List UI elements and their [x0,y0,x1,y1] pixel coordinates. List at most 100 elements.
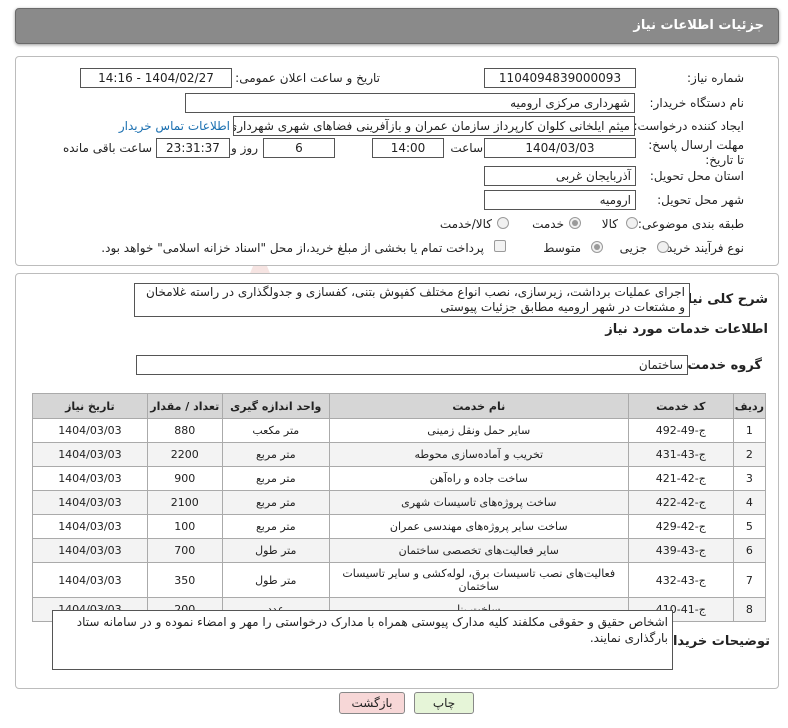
category-radio-service[interactable] [569,217,581,229]
service-code: ج-49-492 [627,418,734,443]
services-table-header: ردیف کد خدمت نام خدمت واحد اندازه گیری ت… [32,393,767,419]
deadline-label: مهلت ارسال پاسخ: تا تاریخ: [648,138,744,167]
col-name-header: نام خدمت [328,393,629,419]
unit: متر مربع [221,442,330,467]
unit: متر طول [221,562,330,598]
services-section-title: اطلاعات خدمات مورد نیاز [605,322,768,337]
need-number-field: 1104094839000093 [484,68,636,88]
service-name: فعالیت‌های نصب تاسیسات برق، لوله‌کشی و س… [328,562,629,598]
category-option-goods: کالا [601,217,618,231]
row-number: 2 [732,442,767,467]
process-option-minor: جزیی [619,241,647,255]
service-name: ساخت جاده و راه‌آهن [328,466,629,491]
row-number: 8 [732,597,767,622]
service-code: ج-42-422 [627,490,734,515]
need-date: 1404/03/03 [32,490,148,515]
table-row: 4 ج-42-422 ساخت پروژه‌های تاسیسات شهری م… [32,490,767,515]
quantity: 2200 [146,442,223,467]
buyer-org-field: شهرداری مرکزی ارومیه [185,93,635,113]
need-number-label: شماره نیاز: [687,71,744,85]
col-row-header: ردیف [732,393,767,419]
category-option-service: خدمت [532,217,564,231]
summary-textarea[interactable]: اجرای عملیات برداشت، زیرسازی، نصب انواع … [134,283,690,317]
need-date: 1404/03/03 [32,538,148,563]
category-radio-goods[interactable] [626,217,638,229]
unit: متر طول [221,538,330,563]
service-code: ج-43-432 [627,562,734,598]
province-field: آذربایجان غربی [484,166,636,186]
province-label: استان محل تحویل: [649,169,744,183]
page-title: جزئیات اطلاعات نیاز [633,18,764,33]
unit: متر مکعب [221,418,330,443]
process-radio-medium[interactable] [591,241,603,253]
col-date-header: تاریخ نیاز [32,393,148,419]
unit: متر مربع [221,490,330,515]
table-row: 7 ج-43-432 فعالیت‌های نصب تاسیسات برق، ل… [32,562,767,598]
col-code-header: کد خدمت [627,393,734,419]
need-date: 1404/03/03 [32,418,148,443]
requester-field: میثم ایلخانی کلوان کارپرداز سازمان عمران… [233,116,635,136]
category-radio-both[interactable] [497,217,509,229]
service-name: تخریب و آماده‌سازی محوطه [328,442,629,467]
process-label: نوع فرآیند خرید : [659,241,744,255]
print-button[interactable]: چاپ [414,692,474,714]
announce-datetime-field: 1404/02/27 - 14:16 [80,68,232,88]
buyer-org-label: نام دستگاه خریدار: [649,96,745,110]
requester-label: ایجاد کننده درخواست: [633,119,744,133]
deadline-date-field: 1404/03/03 [484,138,636,158]
quantity: 100 [146,514,223,539]
row-number: 3 [732,466,767,491]
page-header: جزئیات اطلاعات نیاز [15,8,779,44]
deadline-time-label: ساعت [450,141,483,155]
buyer-contact-link[interactable]: اطلاعات تماس خریدار [119,119,230,133]
row-number: 6 [732,538,767,563]
service-name: ساخت سایر پروژه‌های مهندسی عمران [328,514,629,539]
quantity: 350 [146,562,223,598]
table-row: 1 ج-49-492 سایر حمل ونقل زمینی متر مکعب … [32,418,767,443]
days-label: روز و [231,141,258,155]
city-field: ارومیه [484,190,636,210]
table-row: 6 ج-43-439 سایر فعالیت‌های تخصصی ساختمان… [32,538,767,563]
category-option-both: کالا/خدمت [439,217,492,231]
deadline-time-field: 14:00 [372,138,444,158]
row-number: 5 [732,514,767,539]
table-row: 5 ج-42-429 ساخت سایر پروژه‌های مهندسی عم… [32,514,767,539]
unit: متر مربع [221,514,330,539]
buyer-notes-textarea[interactable]: اشخاص حقیق و حقوقی مکلفند کلیه مدارک پیو… [52,610,673,670]
treasury-payment-note: پرداخت تمام یا بخشی از مبلغ خرید،از محل … [101,241,484,255]
process-option-medium: متوسط [543,241,581,255]
need-date: 1404/03/03 [32,514,148,539]
remaining-days-field: 6 [263,138,335,158]
quantity: 880 [146,418,223,443]
row-number: 7 [732,562,767,598]
need-date: 1404/03/03 [32,562,148,598]
unit: متر مربع [221,466,330,491]
service-code: ج-42-429 [627,514,734,539]
service-group-label: گروه خدمت: [682,358,762,373]
city-label: شهر محل تحویل: [657,193,744,207]
service-code: ج-42-421 [627,466,734,491]
service-code: ج-43-431 [627,442,734,467]
announce-label: تاریخ و ساعت اعلان عمومی: [235,71,380,85]
need-date: 1404/03/03 [32,442,148,467]
service-name: سایر حمل ونقل زمینی [328,418,629,443]
back-button[interactable]: بازگشت [339,692,405,714]
service-code: ج-43-439 [627,538,734,563]
service-name: ساخت پروژه‌های تاسیسات شهری [328,490,629,515]
table-row: 2 ج-43-431 تخریب و آماده‌سازی محوطه متر … [32,442,767,467]
services-table: ردیف کد خدمت نام خدمت واحد اندازه گیری ت… [32,393,767,622]
buyer-notes-label: توضیحات خریدار: [660,634,770,649]
treasury-payment-checkbox[interactable] [494,240,506,252]
row-number: 1 [732,418,767,443]
remaining-time-label: ساعت باقی مانده [62,141,152,155]
col-unit-header: واحد اندازه گیری [221,393,330,419]
quantity: 2100 [146,490,223,515]
service-name: سایر فعالیت‌های تخصصی ساختمان [328,538,629,563]
quantity: 900 [146,466,223,491]
table-row: 3 ج-42-421 ساخت جاده و راه‌آهن متر مربع … [32,466,767,491]
remaining-time-field: 23:31:37 [156,138,230,158]
need-date: 1404/03/03 [32,466,148,491]
col-qty-header: تعداد / مقدار [146,393,223,419]
process-radio-minor[interactable] [657,241,669,253]
row-number: 4 [732,490,767,515]
